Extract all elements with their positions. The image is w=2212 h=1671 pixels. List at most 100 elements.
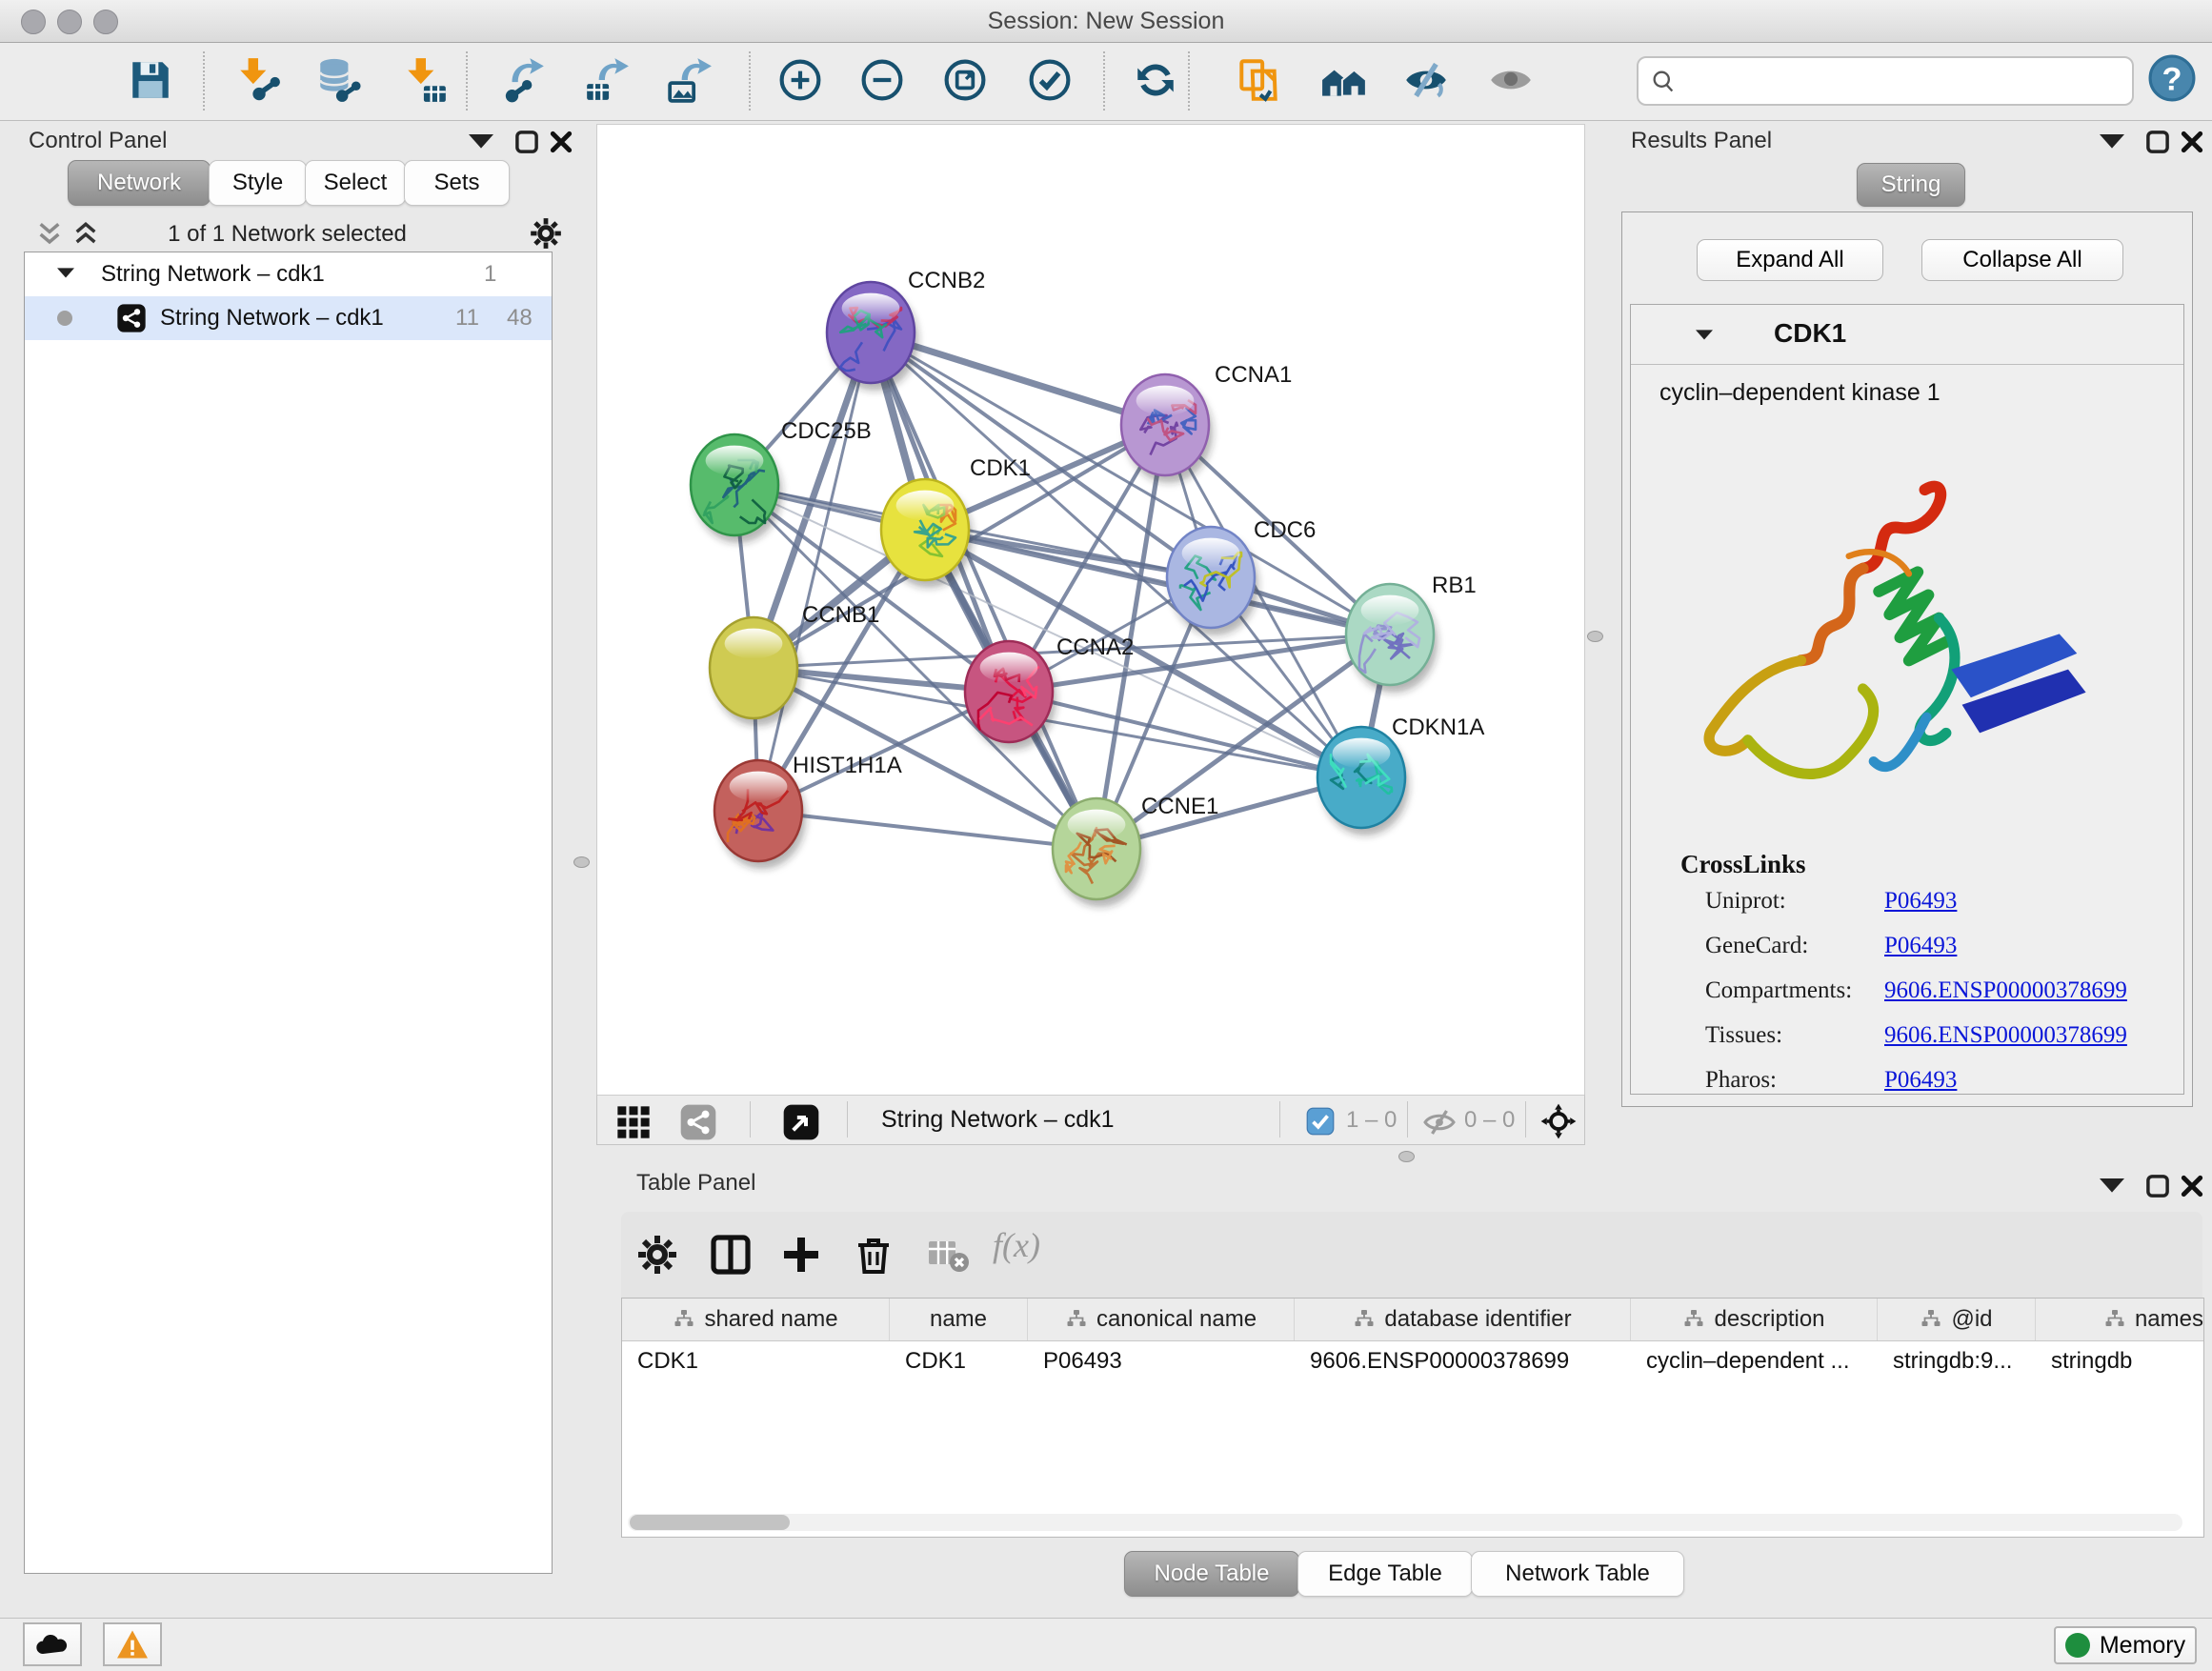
network-node-CDC6[interactable]: CDC6	[1167, 517, 1316, 635]
create-column-plus-icon[interactable]	[778, 1232, 824, 1278]
bottom-splitter-handle[interactable]	[1398, 1151, 1415, 1162]
tab-style[interactable]: Style	[209, 160, 307, 206]
function-builder-fx[interactable]: f(x)	[993, 1225, 1040, 1265]
tab-network[interactable]: Network	[68, 160, 211, 206]
copy-style-button[interactable]	[1232, 54, 1285, 108]
zoom-out-button[interactable]	[855, 54, 909, 108]
column-header-canonical-name[interactable]: canonical name	[1028, 1299, 1295, 1340]
string-results-container: Expand All Collapse All CDK1 cyclin–depe…	[1621, 211, 2193, 1107]
crosslink-link[interactable]: 9606.ENSP00000378699	[1884, 977, 2127, 1004]
hide-selected-button[interactable]	[1399, 54, 1453, 108]
hidden-eye-slash-icon[interactable]	[1422, 1105, 1457, 1137]
column-header-name[interactable]: name	[890, 1299, 1028, 1340]
save-session-button[interactable]	[124, 54, 177, 108]
results-panel-float-icon[interactable]	[2145, 130, 2170, 154]
import-network-from-database-button[interactable]	[312, 54, 365, 108]
cloud-status-button[interactable]	[23, 1622, 82, 1666]
tab-string[interactable]: String	[1857, 163, 1965, 207]
network-node-CCNE1[interactable]: CCNE1	[1053, 794, 1218, 907]
export-image-icon	[666, 56, 714, 104]
crosslink-link[interactable]: 9606.ENSP00000378699	[1884, 1022, 2127, 1049]
left-splitter-handle[interactable]	[573, 856, 590, 868]
control-panel-close-icon[interactable]	[549, 130, 573, 154]
table-row[interactable]: CDK1CDK1P064939606.ENSP00000378699cyclin…	[622, 1340, 2204, 1382]
network-view-share-icon[interactable]	[679, 1103, 717, 1141]
crosslink-link[interactable]: P06493	[1884, 933, 1957, 959]
zoom-in-button[interactable]	[774, 54, 827, 108]
crosslink-link[interactable]: P06493	[1884, 888, 1957, 915]
column-header-label: shared name	[704, 1306, 837, 1333]
control-panel-float-icon[interactable]	[514, 130, 539, 154]
table-panel-close-icon[interactable]	[2180, 1174, 2204, 1198]
network-node-CDKN1A[interactable]: CDKN1A	[1317, 715, 1484, 836]
table-settings-gear-icon[interactable]	[634, 1232, 680, 1278]
tab-select[interactable]: Select	[305, 160, 406, 206]
column-header-description[interactable]: description	[1631, 1299, 1878, 1340]
export-network-button[interactable]	[497, 54, 551, 108]
tab-edge-table[interactable]: Edge Table	[1297, 1551, 1473, 1597]
network-node-HIST1H1A[interactable]: HIST1H1A	[714, 753, 902, 869]
network-edge[interactable]	[758, 332, 871, 811]
show-hidden-button[interactable]	[1484, 54, 1538, 108]
network-options-gear-icon[interactable]	[528, 215, 564, 252]
show-all-views-button[interactable]	[1317, 54, 1371, 108]
zoom-selected-icon	[1026, 56, 1074, 104]
column-header--id[interactable]: @id	[1878, 1299, 2036, 1340]
selected-nodes-checkbox[interactable]	[1306, 1107, 1335, 1136]
right-splitter-handle[interactable]	[1587, 631, 1603, 642]
search-box	[1637, 56, 2134, 106]
crosslink-link[interactable]: P06493	[1884, 1067, 1957, 1094]
network-node-CCNB2[interactable]: CCNB2	[827, 268, 985, 391]
network-node-RB1[interactable]: RB1	[1346, 573, 1477, 693]
network-collection-row[interactable]: String Network – cdk1 1	[25, 252, 552, 296]
network-node-CDC25B[interactable]: CDC25B	[691, 418, 872, 543]
open-session-button[interactable]	[37, 54, 90, 108]
show-columns-icon[interactable]	[708, 1232, 754, 1278]
export-image-button[interactable]	[663, 54, 716, 108]
zoom-fit-button[interactable]	[938, 54, 992, 108]
network-row[interactable]: String Network – cdk1 11 48	[25, 296, 552, 340]
tab-network-table[interactable]: Network Table	[1471, 1551, 1684, 1597]
protein-structure-image	[1659, 427, 2155, 827]
delete-table-icon[interactable]	[925, 1232, 971, 1278]
export-table-button[interactable]	[580, 54, 633, 108]
delete-column-trash-icon[interactable]	[851, 1232, 896, 1278]
main-toolbar: ?	[0, 43, 2212, 121]
grid-view-icon[interactable]	[614, 1103, 653, 1141]
control-panel-menu-icon[interactable]	[469, 131, 493, 156]
statusbar-separator	[1279, 1101, 1280, 1137]
column-header-shared-name[interactable]: shared name	[622, 1299, 890, 1340]
tab-sets[interactable]: Sets	[404, 160, 510, 206]
network-edge[interactable]	[758, 811, 1096, 849]
tree-expander-icon[interactable]	[57, 268, 74, 279]
import-table-icon	[402, 56, 450, 104]
import-table-button[interactable]	[399, 54, 452, 108]
results-panel-close-icon[interactable]	[2180, 130, 2204, 154]
fit-selected-crosshair-icon[interactable]	[1538, 1101, 1579, 1141]
table-panel-float-icon[interactable]	[2145, 1174, 2170, 1198]
tab-node-table[interactable]: Node Table	[1124, 1551, 1299, 1597]
column-header-namespace[interactable]: namespace	[2036, 1299, 2204, 1340]
help-button[interactable]: ?	[2145, 52, 2199, 106]
expand-all-button[interactable]: Expand All	[1697, 239, 1883, 281]
zoom-selected-button[interactable]	[1023, 54, 1076, 108]
warning-status-button[interactable]	[103, 1622, 162, 1666]
node-label: CDK1	[970, 455, 1031, 481]
import-network-button[interactable]	[231, 54, 285, 108]
network-node-count: 11	[455, 305, 479, 332]
memory-button[interactable]: Memory	[2054, 1626, 2197, 1664]
network-node-CCNB1[interactable]: CCNB1	[710, 602, 879, 726]
network-edge[interactable]	[1009, 692, 1361, 777]
network-canvas[interactable]: CCNB2CCNA1CDC25BCDK1CDC6RB1CCNB1CCNA2CDK…	[596, 124, 1585, 1096]
scrollbar-thumb[interactable]	[630, 1515, 790, 1530]
apply-layout-button[interactable]	[1129, 54, 1182, 108]
results-panel-menu-icon[interactable]	[2100, 131, 2124, 156]
collapse-all-button[interactable]: Collapse All	[1921, 239, 2123, 281]
column-header-database-identifier[interactable]: database identifier	[1295, 1299, 1631, 1340]
birds-eye-view-icon[interactable]	[782, 1103, 820, 1141]
table-panel-menu-icon[interactable]	[2100, 1176, 2124, 1200]
network-node-CDK1[interactable]: CDK1	[881, 455, 1031, 588]
search-input[interactable]	[1684, 67, 2121, 95]
network-edge[interactable]	[871, 332, 1096, 849]
result-expander-icon[interactable]	[1696, 330, 1713, 341]
